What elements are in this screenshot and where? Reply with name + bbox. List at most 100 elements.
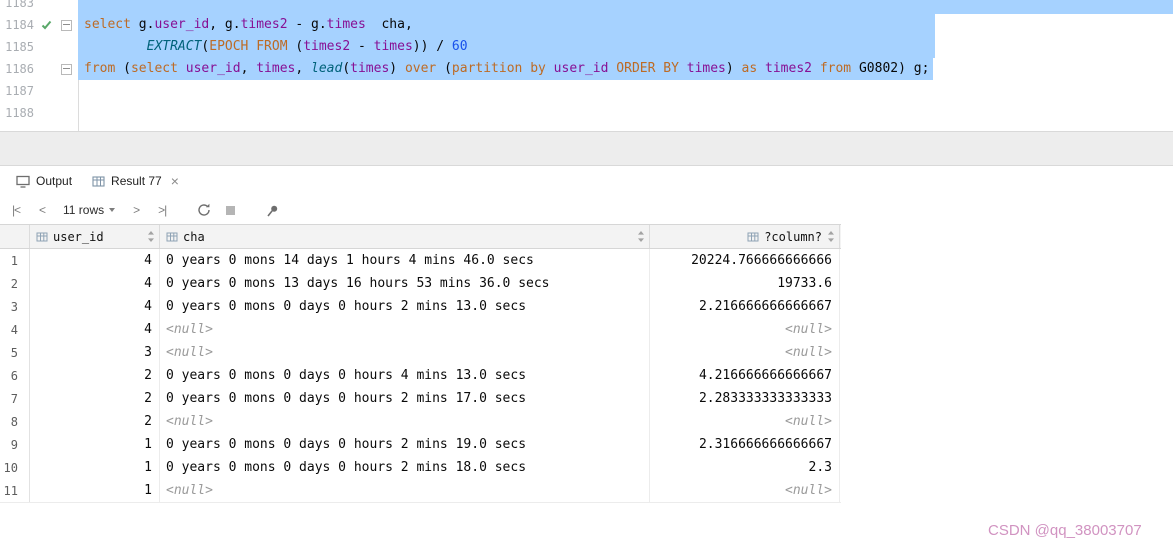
cell-cha[interactable]: <null>	[160, 341, 650, 364]
column-grid-icon	[36, 232, 48, 241]
cell-qcolumn[interactable]: <null>	[650, 318, 840, 341]
close-icon[interactable]: ×	[171, 174, 179, 188]
row-number[interactable]: 1	[0, 249, 30, 272]
next-page-button[interactable]: >	[124, 199, 148, 221]
table-row[interactable]: 340 years 0 mons 0 days 0 hours 2 mins 1…	[0, 295, 841, 318]
code-token: (	[287, 39, 304, 54]
null-value: <null>	[785, 483, 832, 498]
sql-editor[interactable]: 1183 1184 select g.user_id, g.times2 - g.t…	[0, 0, 1173, 131]
cell-user-id[interactable]: 2	[30, 410, 160, 433]
row-number[interactable]: 4	[0, 318, 30, 341]
row-number[interactable]: 9	[0, 433, 30, 456]
cell-cha[interactable]: 0 years 0 mons 0 days 0 hours 2 mins 19.…	[160, 433, 650, 456]
cell-cha[interactable]: 0 years 0 mons 13 days 16 hours 53 mins …	[160, 272, 650, 295]
code-line[interactable]: from (select user_id, times, lead(times)…	[78, 58, 1173, 80]
cell-qcolumn[interactable]: 4.216666666666667	[650, 364, 840, 387]
column-header-qcolumn[interactable]: ?column?	[650, 225, 840, 248]
previous-page-button[interactable]: <	[30, 199, 54, 221]
cell-user-id[interactable]: 2	[30, 364, 160, 387]
cell-user-id[interactable]: 2	[30, 387, 160, 410]
cell-qcolumn[interactable]: 2.3	[650, 456, 840, 479]
code-line[interactable]: EXTRACT(EPOCH FROM (times2 - times)) / 6…	[78, 36, 1173, 58]
cell-cha[interactable]: 0 years 0 mons 0 days 0 hours 4 mins 13.…	[160, 364, 650, 387]
table-row[interactable]: 11 1 <null> <null>	[0, 479, 841, 502]
cell-cha[interactable]: 0 years 0 mons 0 days 0 hours 2 mins 17.…	[160, 387, 650, 410]
row-number[interactable]: 11	[0, 479, 30, 502]
row-number[interactable]: 2	[0, 272, 30, 295]
table-row[interactable]: 720 years 0 mons 0 days 0 hours 2 mins 1…	[0, 387, 841, 410]
code-line[interactable]	[78, 0, 1173, 14]
cell-qcolumn[interactable]: 2.316666666666667	[650, 433, 840, 456]
cell-user-id[interactable]: 1	[30, 456, 160, 479]
last-page-button[interactable]: >|	[150, 199, 174, 221]
first-page-button[interactable]: |<	[4, 199, 28, 221]
code-token: ,	[240, 61, 257, 76]
fold-marker[interactable]	[60, 63, 72, 75]
cell-qcolumn[interactable]: <null>	[650, 410, 840, 433]
row-number-header	[0, 225, 30, 248]
cell-cha[interactable]: 0 years 0 mons 0 days 0 hours 2 mins 13.…	[160, 295, 650, 318]
cell-qcolumn[interactable]: 2.283333333333333	[650, 387, 840, 410]
tab-output[interactable]: Output	[6, 166, 82, 196]
cell-qcolumn[interactable]: 20224.766666666666	[650, 249, 840, 272]
code-line[interactable]	[78, 80, 1173, 102]
code-token: times2	[240, 17, 288, 32]
code-token: - g.	[287, 17, 327, 32]
code-line[interactable]	[78, 102, 1173, 124]
cell-cha[interactable]: 0 years 0 mons 0 days 0 hours 2 mins 18.…	[160, 456, 650, 479]
table-row[interactable]: 4 4 <null> <null>	[0, 318, 841, 341]
row-number[interactable]: 10	[0, 456, 30, 479]
table-row[interactable]: 910 years 0 mons 0 days 0 hours 2 mins 1…	[0, 433, 841, 456]
cell-user-id[interactable]: 4	[30, 318, 160, 341]
cell-user-id[interactable]: 1	[30, 479, 160, 502]
row-number[interactable]: 8	[0, 410, 30, 433]
cell-qcolumn[interactable]: <null>	[650, 479, 840, 502]
code-token: )	[389, 61, 405, 76]
code-token: times	[686, 61, 726, 76]
code-line[interactable]: select g.user_id, g.times2 - g.times cha…	[78, 14, 1173, 36]
cell-qcolumn[interactable]: 19733.6	[650, 272, 840, 295]
row-number[interactable]: 3	[0, 295, 30, 318]
cell-user-id[interactable]: 3	[30, 341, 160, 364]
reload-button[interactable]	[192, 199, 216, 221]
cell-qcolumn[interactable]: <null>	[650, 341, 840, 364]
table-row[interactable]: 240 years 0 mons 13 days 16 hours 53 min…	[0, 272, 841, 295]
code-text: select g.user_id, g.times2 - g.times cha…	[78, 17, 413, 32]
row-number[interactable]: 5	[0, 341, 30, 364]
stop-icon	[225, 205, 235, 215]
result-grid: user_id cha ?column? 1 4 0 years 0 mons …	[0, 224, 841, 503]
tab-result-77[interactable]: Result 77 ×	[82, 166, 189, 196]
stop-button[interactable]	[218, 199, 242, 221]
table-row[interactable]: 5 3 <null> <null>	[0, 341, 841, 364]
cell-user-id[interactable]: 4	[30, 249, 160, 272]
cell-qcolumn[interactable]: 2.216666666666667	[650, 295, 840, 318]
table-row[interactable]: 620 years 0 mons 0 days 0 hours 4 mins 1…	[0, 364, 841, 387]
pin-icon	[267, 205, 277, 217]
sort-icon[interactable]	[147, 231, 155, 242]
panel-splitter[interactable]	[0, 131, 1173, 166]
table-row[interactable]: 140 years 0 mons 14 days 1 hours 4 mins …	[0, 249, 841, 272]
cell-user-id[interactable]: 4	[30, 295, 160, 318]
row-number[interactable]: 6	[0, 364, 30, 387]
cell-cha[interactable]: <null>	[160, 479, 650, 502]
editor-gutter: 1188	[0, 102, 78, 124]
fold-slot	[58, 0, 74, 14]
table-row[interactable]: 10 1 0 years 0 mons 0 days 0 hours 2 mins …	[0, 456, 841, 479]
table-row[interactable]: 8 2 <null> <null>	[0, 410, 841, 433]
cell-user-id[interactable]: 1	[30, 433, 160, 456]
column-header-cha[interactable]: cha	[160, 225, 650, 248]
sort-icon[interactable]	[827, 231, 835, 242]
cell-cha[interactable]: <null>	[160, 318, 650, 341]
cell-user-id[interactable]: 4	[30, 272, 160, 295]
row-number[interactable]: 7	[0, 387, 30, 410]
page-size-dropdown[interactable]: 11 rows	[56, 199, 122, 221]
cell-cha[interactable]: <null>	[160, 410, 650, 433]
sort-icon[interactable]	[637, 231, 645, 242]
cell-cha[interactable]: 0 years 0 mons 14 days 1 hours 4 mins 46…	[160, 249, 650, 272]
column-header-user-id[interactable]: user_id	[30, 225, 160, 248]
pin-button[interactable]	[260, 199, 284, 221]
fold-marker[interactable]	[60, 19, 72, 31]
